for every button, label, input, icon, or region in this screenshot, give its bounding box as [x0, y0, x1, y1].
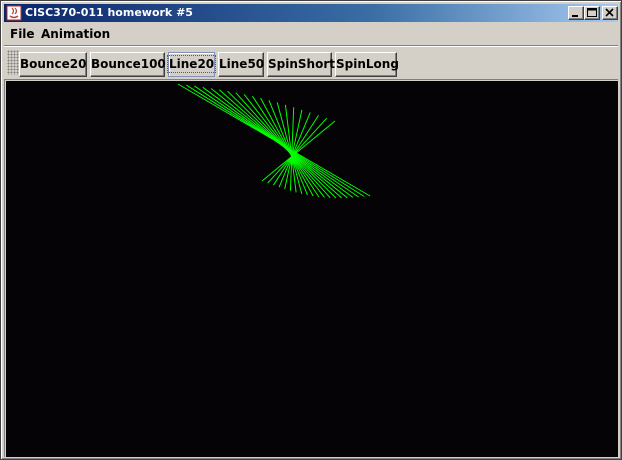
- bounce20-button-label: Bounce20: [20, 57, 87, 71]
- animation-line: [251, 95, 320, 198]
- spinshort-button[interactable]: SpinShort: [267, 52, 335, 77]
- line20-button-label: Line20: [166, 55, 217, 73]
- line20-button[interactable]: Line20: [166, 52, 217, 77]
- animation-line: [276, 102, 303, 195]
- animation-canvas-frame: [4, 79, 618, 457]
- animation-canvas: [6, 81, 618, 457]
- menu-bar: File Animation: [4, 24, 618, 44]
- animation-line: [235, 92, 331, 199]
- line50-button[interactable]: Line50: [218, 52, 264, 77]
- title-bar[interactable]: CISC370-011 homework #5: [4, 4, 618, 22]
- maximize-button[interactable]: [584, 6, 600, 20]
- maximize-icon: [587, 8, 597, 17]
- animation-line: [260, 97, 314, 197]
- line50-button-label: Line50: [219, 57, 265, 71]
- close-button[interactable]: [602, 6, 618, 20]
- spinlong-button-label: SpinLong: [336, 57, 399, 71]
- bounce20-button[interactable]: Bounce20: [19, 52, 87, 77]
- toolbar: Bounce20 Bounce100 Line20 Line50 SpinSho…: [4, 47, 618, 79]
- menu-animation[interactable]: Animation: [41, 27, 110, 41]
- minimize-button[interactable]: [568, 6, 584, 20]
- java-app-icon[interactable]: [6, 5, 22, 21]
- line-animation-drawing: [177, 83, 371, 199]
- close-icon: [605, 8, 614, 17]
- spinshort-button-label: SpinShort: [268, 57, 335, 71]
- toolbar-grip-handle[interactable]: [7, 50, 19, 75]
- spinlong-button[interactable]: SpinLong: [335, 52, 399, 77]
- window-title: CISC370-011 homework #5: [25, 6, 193, 19]
- bounce100-button[interactable]: Bounce100: [90, 52, 166, 77]
- animation-line: [268, 100, 308, 196]
- menu-file[interactable]: File: [10, 27, 35, 41]
- minimize-icon: [572, 15, 578, 17]
- bounce100-button-label: Bounce100: [91, 57, 166, 71]
- animation-line: [243, 93, 325, 198]
- app-window: CISC370-011 homework #5 File Animation B…: [0, 0, 622, 460]
